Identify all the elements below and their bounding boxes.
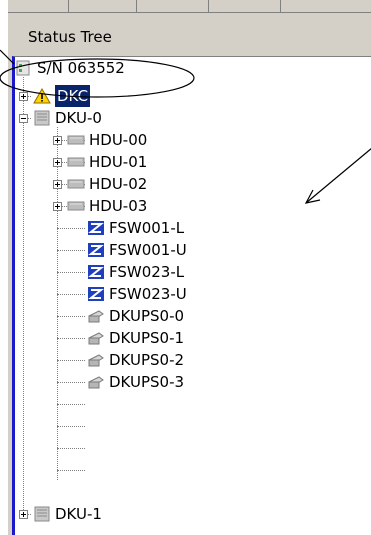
hdd-icon: [67, 198, 85, 214]
tree-line: [57, 382, 85, 383]
tree-line: [57, 316, 85, 317]
band-divider: [68, 0, 69, 12]
tree-line: [23, 77, 24, 516]
tree-node-label: HDU-01: [89, 153, 148, 171]
tree-node-label: HDU-02: [89, 175, 148, 193]
disk-unit-icon: [33, 506, 51, 522]
tree-line: [57, 250, 85, 251]
expand-toggle[interactable]: [53, 158, 62, 167]
warning-icon: [33, 87, 51, 104]
expand-toggle[interactable]: [53, 136, 62, 145]
tree-line: [57, 426, 85, 427]
tree-node-label: DKU-1: [55, 505, 102, 523]
top-band: [8, 0, 371, 13]
switch-icon: [87, 220, 105, 236]
tree-node-dku-0[interactable]: DKU-0: [33, 107, 102, 129]
tree-node-label: S/N 063552: [37, 59, 125, 77]
tree-line: [57, 228, 85, 229]
tree-node-label: FSW001-U: [109, 241, 187, 259]
tree-node-label: DKUPS0-3: [109, 373, 185, 391]
tree-node-root[interactable]: S/N 063552: [15, 57, 125, 79]
collapse-toggle[interactable]: [19, 114, 28, 123]
hdd-icon: [67, 176, 85, 192]
power-supply-icon: [87, 374, 105, 390]
panel-title: Status Tree: [12, 22, 367, 52]
tree-node-label: HDU-03: [89, 197, 148, 215]
tree-node-label: DKUPS0-0: [109, 307, 185, 325]
tree-line: [57, 294, 85, 295]
expand-toggle[interactable]: [19, 510, 28, 519]
storage-root-icon: [15, 60, 33, 76]
band-divider: [280, 0, 281, 12]
power-supply-icon: [87, 308, 105, 324]
tree-line: [57, 404, 85, 405]
expand-toggle[interactable]: [19, 92, 28, 101]
tree-node-hdu[interactable]: HDU-00: [67, 129, 147, 151]
tree-node-dkups[interactable]: DKUPS0-2: [87, 349, 184, 371]
tree-node-dkups[interactable]: DKUPS0-0: [87, 305, 184, 327]
tree-node-fsw[interactable]: FSW001-L: [87, 217, 184, 239]
tree-node-label: FSW001-L: [109, 219, 185, 237]
tree-node-label: FSW023-L: [109, 263, 185, 281]
tree-node-label: DKUPS0-1: [109, 329, 185, 347]
power-supply-icon: [87, 352, 105, 368]
tree-node-label: DKC: [55, 85, 91, 107]
status-tree[interactable]: S/N 063552 DKC DKU-0 HDU-00 HDU-01 HDU-0…: [12, 56, 371, 535]
tree-line: [57, 448, 85, 449]
tree-node-hdu[interactable]: HDU-02: [67, 173, 147, 195]
tree-node-dku-1[interactable]: DKU-1: [33, 503, 102, 525]
tree-node-dkups[interactable]: DKUPS0-1: [87, 327, 184, 349]
tree-node-fsw[interactable]: FSW023-U: [87, 283, 187, 305]
tree-node-fsw[interactable]: FSW023-L: [87, 261, 184, 283]
tree-node-label: FSW023-U: [109, 285, 187, 303]
switch-icon: [87, 264, 105, 280]
tree-node-hdu[interactable]: HDU-01: [67, 151, 147, 173]
tree-node-label: HDU-00: [89, 131, 148, 149]
left-edge: [0, 0, 8, 535]
tree-line: [57, 272, 85, 273]
hdd-icon: [67, 132, 85, 148]
band-divider: [208, 0, 209, 12]
disk-unit-icon: [33, 110, 51, 126]
tree-line: [57, 470, 85, 471]
tree-line: [57, 360, 85, 361]
power-supply-icon: [87, 330, 105, 346]
tree-node-fsw[interactable]: FSW001-U: [87, 239, 187, 261]
tree-node-dkups[interactable]: DKUPS0-3: [87, 371, 184, 393]
hdd-icon: [67, 154, 85, 170]
expand-toggle[interactable]: [53, 202, 62, 211]
expand-toggle[interactable]: [53, 180, 62, 189]
switch-icon: [87, 286, 105, 302]
tree-node-dkc[interactable]: DKC: [33, 85, 91, 107]
band-divider: [136, 0, 137, 12]
switch-icon: [87, 242, 105, 258]
tree-node-hdu[interactable]: HDU-03: [67, 195, 147, 217]
tree-node-label: DKUPS0-2: [109, 351, 185, 369]
tree-line: [57, 338, 85, 339]
tree-node-label: DKU-0: [55, 109, 102, 127]
